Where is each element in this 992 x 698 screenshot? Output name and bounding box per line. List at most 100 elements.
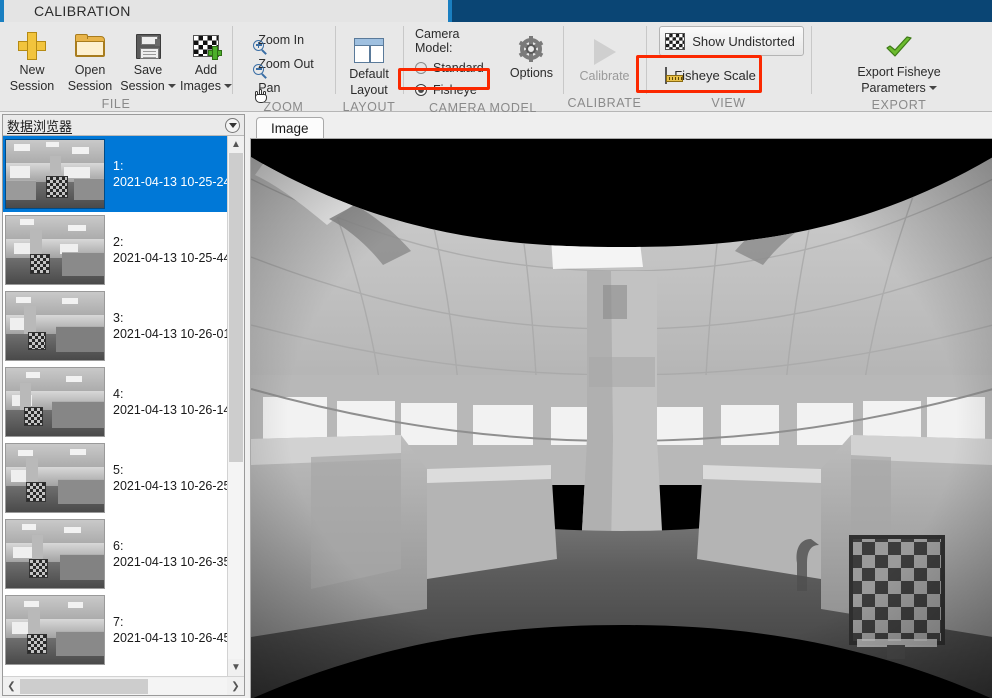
- new-session-label-2: Session: [9, 79, 55, 93]
- application-window: CALIBRATION New Session Open Session Sav…: [0, 0, 992, 698]
- list-item-timestamp: 2021-04-13 10-26-14: [113, 403, 227, 417]
- scroll-right-arrow-icon[interactable]: ❯: [227, 677, 244, 695]
- open-session-label-2: Session: [67, 79, 113, 93]
- horizontal-scrollbar[interactable]: ❮ ❯: [3, 676, 244, 695]
- tab-calibration-label: CALIBRATION: [34, 3, 131, 19]
- list-item[interactable]: 7: 2021-04-13 10-26-45: [3, 592, 227, 668]
- ribbon-group-view: Show Undistorted Fisheye Scale VIEW: [646, 22, 811, 112]
- image-viewport[interactable]: [250, 138, 992, 698]
- zoom-out-button[interactable]: Zoom Out: [248, 52, 319, 79]
- green-check-icon: [884, 32, 914, 64]
- camera-model-standard-label: Standard: [433, 61, 484, 75]
- undistorted-fisheye-office-image[interactable]: [251, 139, 992, 698]
- list-item[interactable]: 3: 2021-04-13 10-26-01: [3, 288, 227, 364]
- checkerboard-add-icon: [193, 30, 222, 62]
- radio-standard-icon[interactable]: [415, 62, 427, 74]
- thumbnail: [5, 443, 105, 513]
- floppy-disk-icon: [135, 30, 161, 62]
- list-item-text: 5: 2021-04-13 10-26-25: [113, 462, 227, 494]
- yellow-plus-icon: [18, 30, 46, 62]
- data-browser-panel: 数据浏览器 1: 2021-04-13 10-25-24 2: 2021-04-…: [2, 114, 245, 696]
- open-session-label-1: Open: [74, 63, 106, 77]
- default-layout-label-2: Layout: [350, 83, 388, 97]
- image-list[interactable]: 1: 2021-04-13 10-25-24 2: 2021-04-13 10-…: [3, 136, 227, 676]
- chevron-down-icon[interactable]: [224, 84, 232, 88]
- calibrate-label: Calibrate: [579, 69, 630, 83]
- list-item[interactable]: 6: 2021-04-13 10-26-35: [3, 516, 227, 592]
- list-item-index: 5:: [113, 463, 124, 477]
- calibrate-button[interactable]: Calibrate: [568, 32, 642, 85]
- camera-model-radio-group: Camera Model: Standard Fisheye: [407, 24, 502, 100]
- list-item-text: 1: 2021-04-13 10-25-24: [113, 158, 227, 190]
- show-undistorted-toggle[interactable]: Show Undistorted: [659, 26, 804, 56]
- scroll-up-arrow-icon[interactable]: ▲: [228, 136, 244, 153]
- list-item[interactable]: 5: 2021-04-13 10-26-25: [3, 440, 227, 516]
- camera-model-title: Camera Model:: [415, 27, 460, 55]
- open-session-button[interactable]: Open Session: [63, 26, 117, 95]
- ribbon-group-export: Export Fisheye Parameters EXPORT: [811, 22, 987, 112]
- pan-button[interactable]: Pan: [248, 76, 319, 103]
- save-session-label-2: Session: [120, 79, 176, 94]
- radio-fisheye-icon[interactable]: [415, 84, 427, 96]
- list-item-index: 2:: [113, 235, 124, 249]
- export-fisheye-parameters-button[interactable]: Export Fisheye Parameters: [839, 28, 959, 97]
- list-item[interactable]: 2: 2021-04-13 10-25-44: [3, 212, 227, 288]
- save-session-button[interactable]: Save Session: [120, 26, 176, 95]
- chevron-down-icon[interactable]: [167, 84, 176, 88]
- ribbon-group-calibrate: Calibrate CALIBRATE: [563, 22, 646, 112]
- list-item-text: 3: 2021-04-13 10-26-01: [113, 310, 227, 342]
- ribbon-toolbar: New Session Open Session Save Session Ad…: [0, 22, 992, 115]
- camera-model-option-fisheye[interactable]: Fisheye: [415, 80, 496, 100]
- data-browser-header: 数据浏览器: [3, 115, 244, 136]
- list-item[interactable]: 4: 2021-04-13 10-26-14: [3, 364, 227, 440]
- camera-model-option-standard[interactable]: Standard: [415, 58, 496, 78]
- horizontal-scroll-track[interactable]: [20, 677, 227, 695]
- title-bar: CALIBRATION: [0, 0, 992, 22]
- list-item[interactable]: 1: 2021-04-13 10-25-24: [3, 136, 227, 212]
- accent-bar-right: [448, 0, 452, 22]
- thumbnail: [5, 519, 105, 589]
- new-session-label-1: New: [19, 63, 45, 77]
- fisheye-scale-toggle[interactable]: Fisheye Scale: [659, 60, 765, 90]
- thumbnail: [5, 215, 105, 285]
- add-images-label-2: Images: [180, 79, 232, 94]
- chevron-down-icon[interactable]: [928, 86, 937, 90]
- ribbon-group-label-export: EXPORT: [871, 98, 927, 112]
- chevron-down-circle-icon[interactable]: [225, 117, 240, 133]
- tab-image-label: Image: [271, 120, 309, 136]
- ribbon-group-label-zoom: ZOOM: [263, 100, 304, 114]
- vertical-scroll-thumb[interactable]: [229, 153, 243, 462]
- tab-image[interactable]: Image: [256, 117, 324, 138]
- thumbnail: [5, 595, 105, 665]
- list-item-timestamp: 2021-04-13 10-26-35: [113, 555, 227, 569]
- show-undistorted-label: Show Undistorted: [692, 33, 795, 49]
- ribbon-group-layout: Default Layout LAYOUT: [335, 22, 403, 114]
- list-item-index: 4:: [113, 387, 124, 401]
- add-images-button[interactable]: Add Images: [179, 26, 233, 95]
- list-item-index: 6:: [113, 539, 124, 553]
- vertical-scroll-track[interactable]: [228, 153, 244, 659]
- ribbon-group-label-calibrate: CALIBRATE: [567, 96, 642, 110]
- scroll-down-arrow-icon[interactable]: ▼: [228, 659, 244, 676]
- new-session-button[interactable]: New Session: [5, 26, 59, 95]
- export-fisheye-label-1: Export Fisheye: [857, 65, 941, 79]
- ribbon-group-zoom: Zoom In Zoom Out Pan ZOOM: [232, 22, 335, 114]
- scroll-left-arrow-icon[interactable]: ❮: [3, 677, 20, 695]
- ribbon-group-label-file: FILE: [101, 96, 131, 111]
- list-item-text: 7: 2021-04-13 10-26-45: [113, 614, 227, 646]
- list-item-text: 4: 2021-04-13 10-26-14: [113, 386, 227, 418]
- tab-calibration[interactable]: CALIBRATION: [22, 0, 143, 22]
- checkerboard-icon: [665, 32, 686, 50]
- default-layout-button[interactable]: Default Layout: [338, 30, 400, 99]
- list-item-index: 7:: [113, 615, 124, 629]
- vertical-scrollbar[interactable]: ▲ ▼: [227, 136, 244, 676]
- options-button[interactable]: Options: [504, 24, 559, 82]
- data-browser-title: 数据浏览器: [7, 118, 73, 134]
- horizontal-scroll-thumb[interactable]: [20, 678, 149, 694]
- list-item-timestamp: 2021-04-13 10-25-44: [113, 251, 227, 265]
- accent-bar-left: [0, 0, 4, 22]
- zoom-in-button[interactable]: Zoom In: [248, 28, 319, 55]
- export-fisheye-label-2: Parameters: [861, 81, 937, 96]
- ribbon-group-label-view: VIEW: [711, 96, 746, 110]
- list-item-text: 6: 2021-04-13 10-26-35: [113, 538, 227, 570]
